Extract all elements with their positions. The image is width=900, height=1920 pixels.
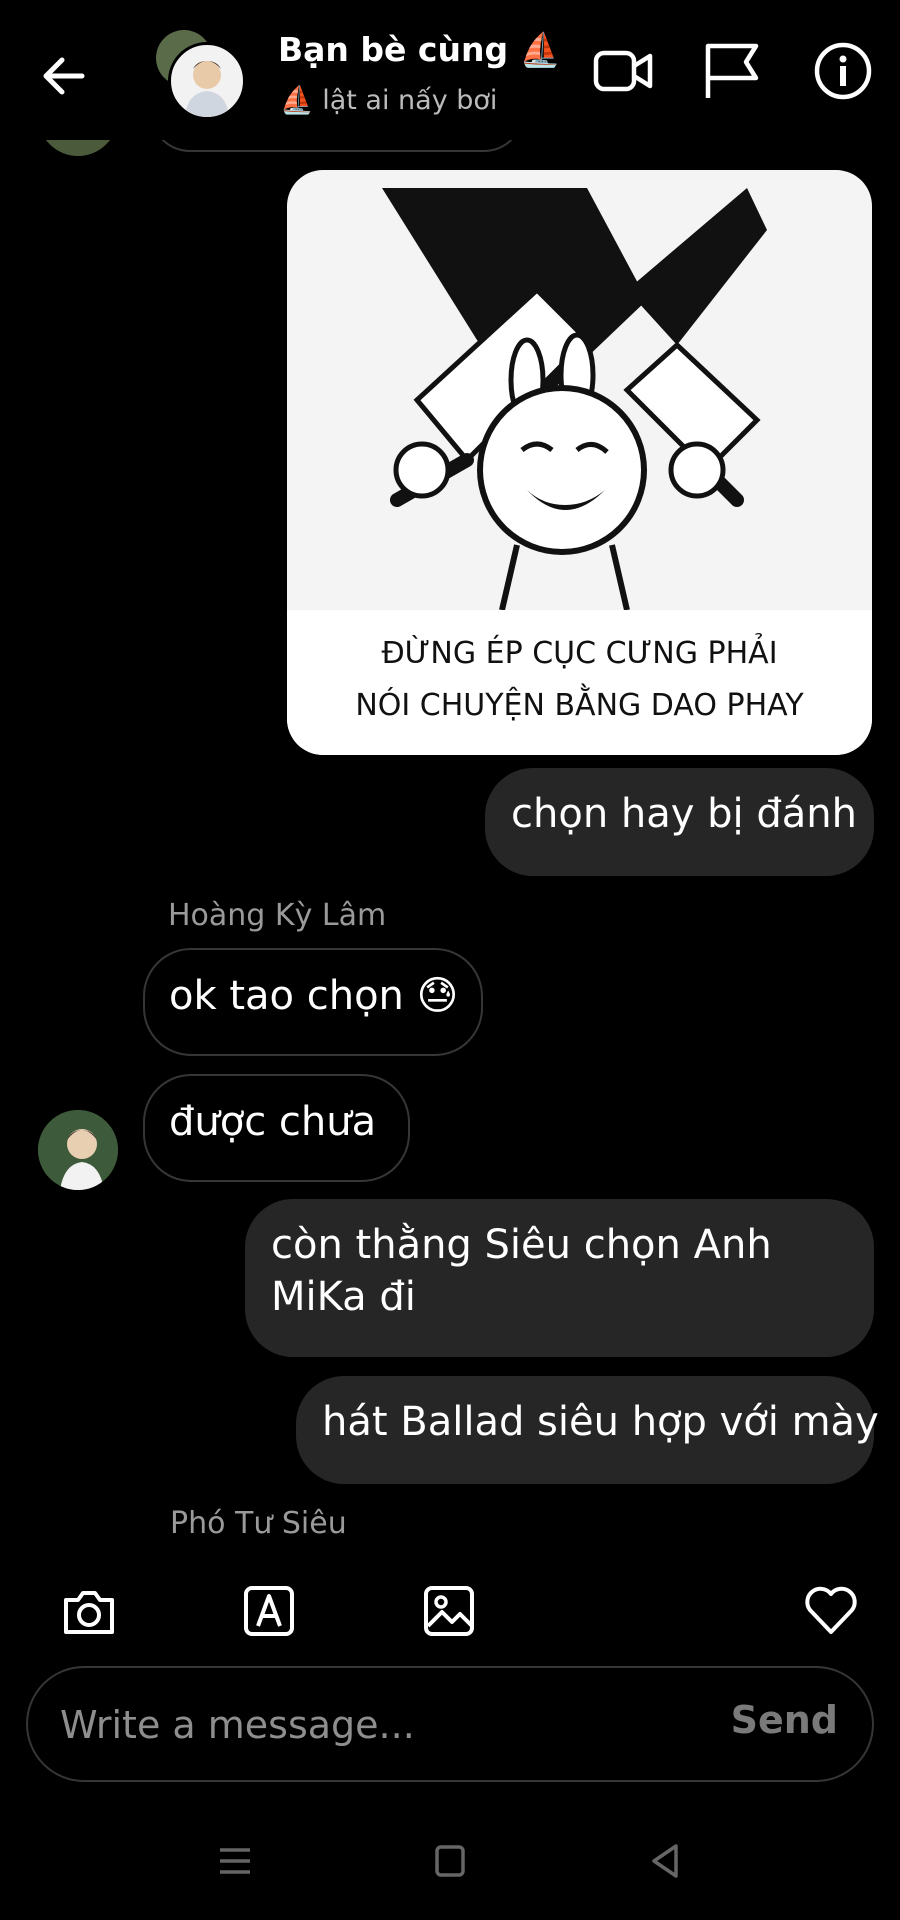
incoming-message[interactable]: được chưa <box>143 1074 410 1182</box>
message-composer: Send <box>26 1666 874 1782</box>
conversation-title[interactable]: Bạn bè cùng ⛵ <box>278 30 561 70</box>
sender-name: Phó Tư Siêu <box>170 1506 347 1541</box>
message-input[interactable] <box>58 1696 702 1754</box>
camera-icon[interactable] <box>60 1582 118 1640</box>
outgoing-message[interactable]: còn thằng Siêu chọn Anh MiKa đi <box>245 1199 874 1357</box>
conversation-subtitle: ⛵ lật ai nấy bơi <box>280 85 498 116</box>
outgoing-message[interactable]: chọn hay bị đánh <box>485 768 874 876</box>
avatar-front <box>168 42 246 120</box>
sticker-image <box>382 188 767 611</box>
sender-avatar[interactable] <box>38 1110 118 1190</box>
incoming-message[interactable]: ok tao chọn 😓 <box>143 948 483 1056</box>
info-icon[interactable] <box>812 40 874 102</box>
group-avatar[interactable] <box>156 30 252 126</box>
sticker-caption-line1: ĐỪNG ÉP CỤC CƯNG PHẢI <box>381 636 778 671</box>
sticker-caption-line2: NÓI CHUYỆN BẰNG DAO PHAY <box>355 688 804 723</box>
home-icon[interactable] <box>425 1836 475 1886</box>
gallery-icon[interactable] <box>420 1582 478 1640</box>
chat-header: Bạn bè cùng ⛵ ⛵ lật ai nấy bơi <box>0 0 900 140</box>
sticker-message[interactable]: ĐỪNG ÉP CỤC CƯNG PHẢI NÓI CHUYỆN BẰNG DA… <box>287 170 872 755</box>
video-call-icon[interactable] <box>592 40 654 102</box>
flag-icon[interactable] <box>700 40 762 102</box>
back-arrow-icon[interactable] <box>36 48 92 104</box>
sticker-caption: ĐỪNG ÉP CỤC CƯNG PHẢI NÓI CHUYỆN BẰNG DA… <box>287 610 872 755</box>
recent-apps-icon[interactable] <box>210 1836 260 1886</box>
text-sticker-icon[interactable] <box>240 1582 298 1640</box>
send-button[interactable]: Send <box>731 1698 838 1742</box>
back-nav-icon[interactable] <box>640 1836 690 1886</box>
sender-name: Hoàng Kỳ Lâm <box>168 898 387 933</box>
outgoing-message[interactable]: hát Ballad siêu hợp với mày <box>296 1376 879 1484</box>
heart-icon[interactable] <box>802 1582 860 1640</box>
